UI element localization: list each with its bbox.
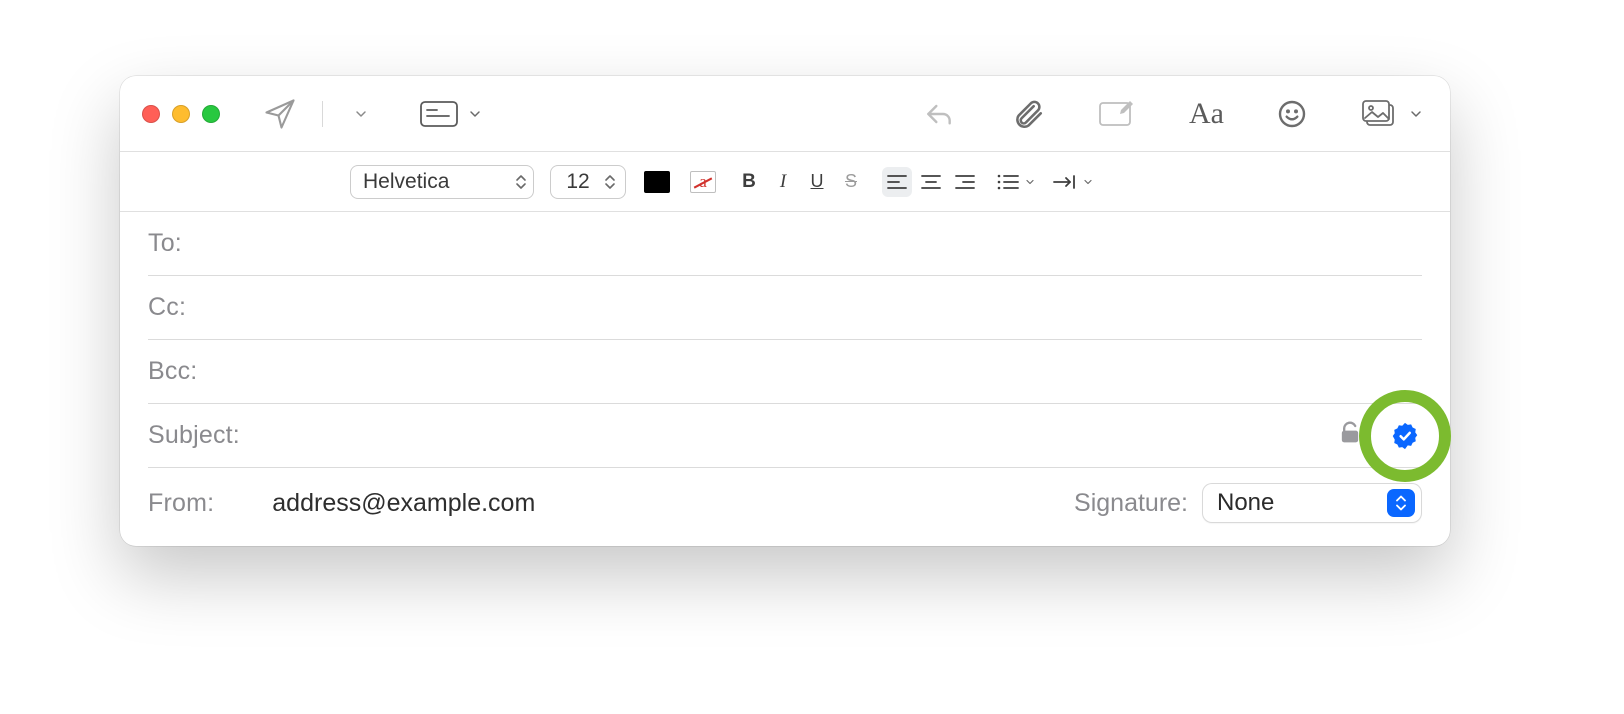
reply-icon xyxy=(919,98,959,130)
indent-button[interactable] xyxy=(1052,167,1094,197)
format-bar: Helvetica 12 a B I U xyxy=(120,152,1450,212)
markup-button[interactable] xyxy=(1089,94,1145,134)
reply-button[interactable] xyxy=(911,94,967,134)
close-button[interactable] xyxy=(142,105,160,123)
titlebar: Aa xyxy=(120,76,1450,152)
header-fields: To: Cc: Bcc: Subject: xyxy=(120,212,1450,538)
text-style-group: B I U S xyxy=(734,167,866,197)
text-format-icon: Aa xyxy=(1189,97,1224,131)
font-family-select[interactable]: Helvetica xyxy=(350,165,534,199)
send-options-menu[interactable] xyxy=(339,94,383,134)
font-size-select[interactable]: 12 xyxy=(550,165,626,199)
alignment-group xyxy=(882,167,980,197)
emoji-icon xyxy=(1276,98,1308,130)
align-center-button[interactable] xyxy=(916,167,946,197)
unlock-icon xyxy=(1336,419,1364,447)
chevron-down-icon xyxy=(467,106,483,122)
signing-button[interactable] xyxy=(1388,419,1422,453)
header-fields-button[interactable] xyxy=(411,94,491,134)
text-color-button[interactable] xyxy=(642,167,672,197)
window-controls xyxy=(142,105,220,123)
from-row: From: address@example.com Signature: Non… xyxy=(148,468,1422,538)
align-right-button[interactable] xyxy=(950,167,980,197)
bcc-label: Bcc: xyxy=(148,357,197,386)
toolbar-separator xyxy=(322,101,323,127)
from-label: From: xyxy=(148,489,214,518)
strike-swatch-icon: a xyxy=(690,171,716,193)
cc-label: Cc: xyxy=(148,293,186,322)
send-icon xyxy=(262,96,298,132)
markup-icon xyxy=(1097,98,1137,130)
strikethrough-button[interactable]: S xyxy=(836,167,866,197)
text-format-button[interactable]: Aa xyxy=(1181,94,1232,134)
chevron-down-icon xyxy=(1082,176,1094,188)
subject-label: Subject: xyxy=(148,421,240,450)
list-icon xyxy=(996,173,1020,191)
emoji-button[interactable] xyxy=(1268,94,1316,134)
signature-label: Signature: xyxy=(1074,489,1188,518)
background-color-button[interactable]: a xyxy=(688,167,718,197)
photo-browser-button[interactable] xyxy=(1352,94,1432,134)
indent-icon xyxy=(1052,173,1078,191)
stepper-icon xyxy=(1387,489,1415,517)
stepper-icon xyxy=(515,174,527,190)
to-row[interactable]: To: xyxy=(148,212,1422,276)
send-button[interactable] xyxy=(254,94,306,134)
font-family-value: Helvetica xyxy=(363,170,449,194)
font-size-value: 12 xyxy=(566,170,589,194)
chevron-down-icon xyxy=(1408,106,1424,122)
paperclip-icon xyxy=(1011,97,1045,131)
bcc-row[interactable]: Bcc: xyxy=(148,340,1422,404)
bold-button[interactable]: B xyxy=(734,167,764,197)
zoom-button[interactable] xyxy=(202,105,220,123)
underline-button[interactable]: U xyxy=(802,167,832,197)
cc-row[interactable]: Cc: xyxy=(148,276,1422,340)
italic-button[interactable]: I xyxy=(768,167,798,197)
compose-window: Aa xyxy=(120,76,1450,546)
from-value[interactable]: address@example.com xyxy=(272,489,535,518)
stepper-icon xyxy=(604,174,616,190)
to-label: To: xyxy=(148,229,182,258)
black-swatch-icon xyxy=(644,171,670,193)
align-left-button[interactable] xyxy=(882,167,912,197)
list-button[interactable] xyxy=(996,167,1036,197)
align-right-icon xyxy=(954,173,976,191)
align-center-icon xyxy=(920,173,942,191)
signed-seal-icon xyxy=(1390,421,1420,451)
subject-row[interactable]: Subject: xyxy=(148,404,1422,468)
signature-select[interactable]: None xyxy=(1202,483,1422,523)
signature-value: None xyxy=(1217,489,1274,517)
minimize-button[interactable] xyxy=(172,105,190,123)
signature-group: Signature: None xyxy=(1074,483,1422,523)
attach-button[interactable] xyxy=(1003,94,1053,134)
chevron-down-icon xyxy=(1024,176,1036,188)
header-fields-icon xyxy=(419,99,461,129)
chevron-down-icon xyxy=(353,106,369,122)
encryption-button[interactable] xyxy=(1336,419,1364,452)
align-left-icon xyxy=(886,173,908,191)
media-icon xyxy=(1360,98,1404,130)
